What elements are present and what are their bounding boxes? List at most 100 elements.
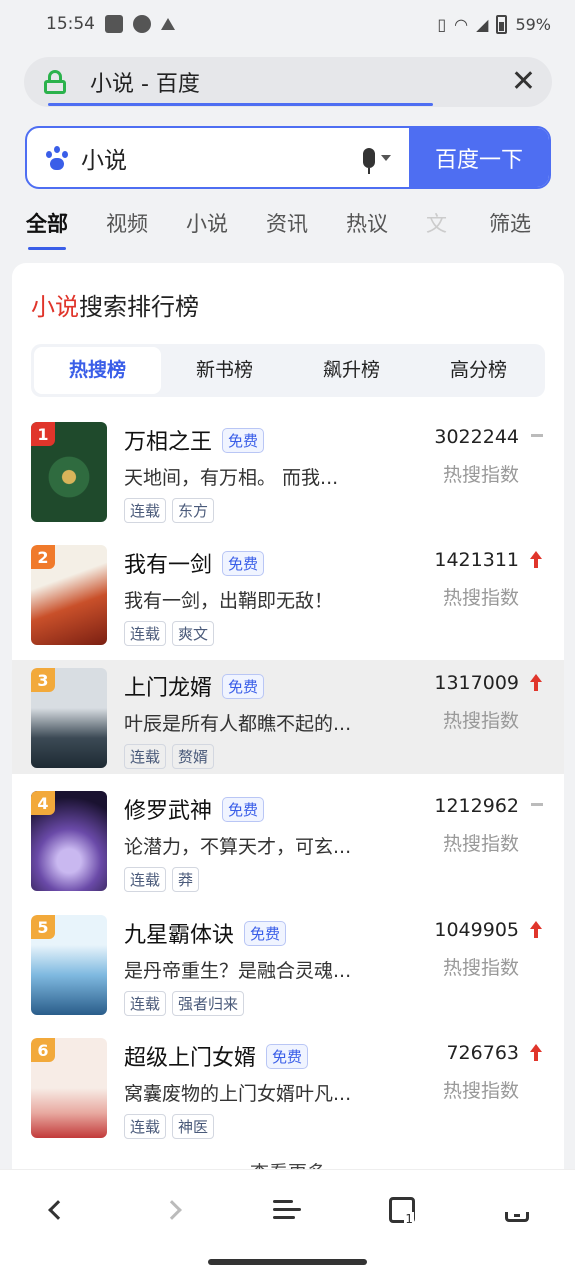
search-button[interactable]: 百度一下 [409, 128, 549, 187]
tag-genre[interactable]: 爽文 [172, 621, 215, 646]
tab-count: 1 [404, 1212, 414, 1226]
status-bar: 15:54 ▯ ◠ ◢ 59% [0, 0, 575, 48]
card-title-rest: 搜索排行榜 [79, 293, 199, 321]
tab-news[interactable]: 资讯 [266, 196, 308, 250]
tag-genre[interactable]: 赘婿 [172, 744, 215, 769]
search-input[interactable]: 小说 [81, 141, 363, 175]
book-tags: 连载 强者归来 [124, 991, 245, 1016]
tab-library[interactable]: 文 [426, 196, 447, 250]
hot-score: 1049905 [434, 919, 519, 941]
warning-icon [161, 18, 175, 30]
trend-up-icon [528, 921, 544, 939]
hot-score: 1212962 [434, 795, 519, 817]
book-description: 天地间，有万相。 而我... [124, 467, 339, 489]
tag-status[interactable]: 连载 [124, 1114, 167, 1139]
tag-status[interactable]: 连载 [124, 621, 167, 646]
book-description: 是丹帝重生？是融合灵魂... [124, 960, 352, 982]
tab-novel[interactable]: 小说 [186, 196, 228, 250]
book-cover[interactable]: 2 [31, 545, 107, 645]
search-field[interactable]: 小说 [27, 128, 409, 187]
loading-progress [48, 103, 433, 106]
rank-badge: 6 [31, 1038, 55, 1062]
book-tags: 连载 爽文 [124, 621, 215, 646]
ranking-row[interactable]: 2 我有一剑 免费 我有一剑，出鞘即无敌！ 连载 爽文 1421311 热搜指数 [12, 537, 564, 651]
menu-icon [273, 1200, 301, 1220]
tabs-icon: 1 [389, 1197, 415, 1226]
voice-input-button[interactable] [363, 147, 391, 174]
book-cover[interactable]: 6 [31, 1038, 107, 1138]
ranking-row[interactable]: 5 九星霸体诀 免费 是丹帝重生？是融合灵魂... 连载 强者归来 1049905… [12, 907, 564, 1021]
book-title[interactable]: 万相之王 [124, 424, 212, 456]
book-cover[interactable]: 1 [31, 422, 107, 522]
ranking-row[interactable]: 3 上门龙婿 免费 叶辰是所有人都瞧不起的... 连载 赘婿 1317009 热搜… [12, 660, 564, 774]
page-title[interactable]: 小说 - 百度 [90, 66, 511, 98]
book-cover[interactable]: 3 [31, 668, 107, 768]
free-badge: 免费 [222, 550, 265, 576]
forward-button[interactable] [152, 1190, 192, 1230]
tab-video[interactable]: 视频 [106, 196, 148, 250]
tabs-button[interactable]: 1 [382, 1190, 422, 1230]
segment-new-books[interactable]: 新书榜 [161, 347, 288, 394]
ranking-row[interactable]: 1 万相之王 免费 天地间，有万相。 而我... 连载 东方 3022244 热搜… [12, 414, 564, 528]
tag-genre[interactable]: 强者归来 [172, 991, 245, 1016]
tab-all[interactable]: 全部 [26, 196, 68, 250]
book-title[interactable]: 修罗武神 [124, 793, 212, 825]
tag-status[interactable]: 连载 [124, 991, 167, 1016]
tag-status[interactable]: 连载 [124, 744, 167, 769]
back-button[interactable] [38, 1190, 78, 1230]
chevron-left-icon [48, 1200, 68, 1220]
trend-up-icon [528, 674, 544, 692]
filter-button[interactable]: 筛选 [469, 196, 531, 250]
book-description: 我有一剑，出鞘即无敌！ [124, 590, 334, 612]
book-title[interactable]: 超级上门女婿 [124, 1040, 256, 1072]
tag-status[interactable]: 连载 [124, 867, 167, 892]
book-tags: 连载 东方 [124, 498, 215, 523]
rank-badge: 2 [31, 545, 55, 569]
tag-genre[interactable]: 东方 [172, 498, 215, 523]
home-icon [504, 1198, 530, 1222]
ranking-row[interactable]: 6 超级上门女婿 免费 窝囊废物的上门女婿叶凡... 连载 神医 726763 热… [12, 1030, 564, 1144]
book-title[interactable]: 上门龙婿 [124, 670, 212, 702]
rank-badge: 5 [31, 915, 55, 939]
gesture-bar[interactable] [208, 1259, 367, 1265]
book-title[interactable]: 我有一剑 [124, 547, 212, 579]
hot-score: 1317009 [434, 672, 519, 694]
free-badge: 免费 [222, 427, 265, 453]
rank-badge: 1 [31, 422, 55, 446]
battery-icon [496, 14, 508, 34]
battery-level: 59% [515, 14, 551, 34]
baidu-paw-icon [45, 145, 69, 170]
close-icon[interactable]: ✕ [511, 67, 536, 97]
hot-score-label: 热搜指数 [442, 957, 519, 979]
book-cover[interactable]: 4 [31, 791, 107, 891]
book-cover[interactable]: 5 [31, 915, 107, 1015]
novel-ranking-card: 小说搜索排行榜 热搜榜 新书榜 飙升榜 高分榜 1 万相之王 免费 天地间，有万相… [12, 263, 564, 1183]
ranking-row[interactable]: 4 修罗武神 免费 论潜力，不算天才，可玄... 连载 莽 1212962 热搜指… [12, 783, 564, 897]
home-button[interactable] [497, 1190, 537, 1230]
tag-status[interactable]: 连载 [124, 498, 167, 523]
trend-up-icon [528, 1044, 544, 1062]
chevron-right-icon [162, 1200, 182, 1220]
tag-genre[interactable]: 莽 [172, 867, 200, 892]
menu-button[interactable] [267, 1190, 307, 1230]
segment-high-score[interactable]: 高分榜 [415, 347, 542, 394]
tab-discussion[interactable]: 热议 [346, 196, 388, 250]
book-description: 论潜力，不算天才，可玄... [124, 836, 352, 858]
free-badge: 免费 [266, 1043, 309, 1069]
book-description: 叶辰是所有人都瞧不起的... [124, 713, 352, 735]
tag-genre[interactable]: 神医 [172, 1114, 215, 1139]
hot-score-label: 热搜指数 [442, 710, 519, 732]
free-badge: 免费 [244, 920, 287, 946]
segment-rising[interactable]: 飙升榜 [288, 347, 415, 394]
book-title[interactable]: 九星霸体诀 [124, 917, 234, 949]
check-circle-icon [133, 15, 151, 33]
card-title-highlight: 小说 [31, 293, 79, 321]
signal-icon: ◢ [476, 14, 489, 34]
trend-up-icon [528, 551, 544, 569]
hot-score: 1421311 [434, 549, 519, 571]
url-bar[interactable]: 小说 - 百度 ✕ [24, 57, 552, 107]
rank-badge: 3 [31, 668, 55, 692]
chevron-down-icon [381, 154, 391, 161]
segment-hot-search[interactable]: 热搜榜 [34, 347, 161, 394]
hot-score-label: 热搜指数 [442, 464, 519, 486]
